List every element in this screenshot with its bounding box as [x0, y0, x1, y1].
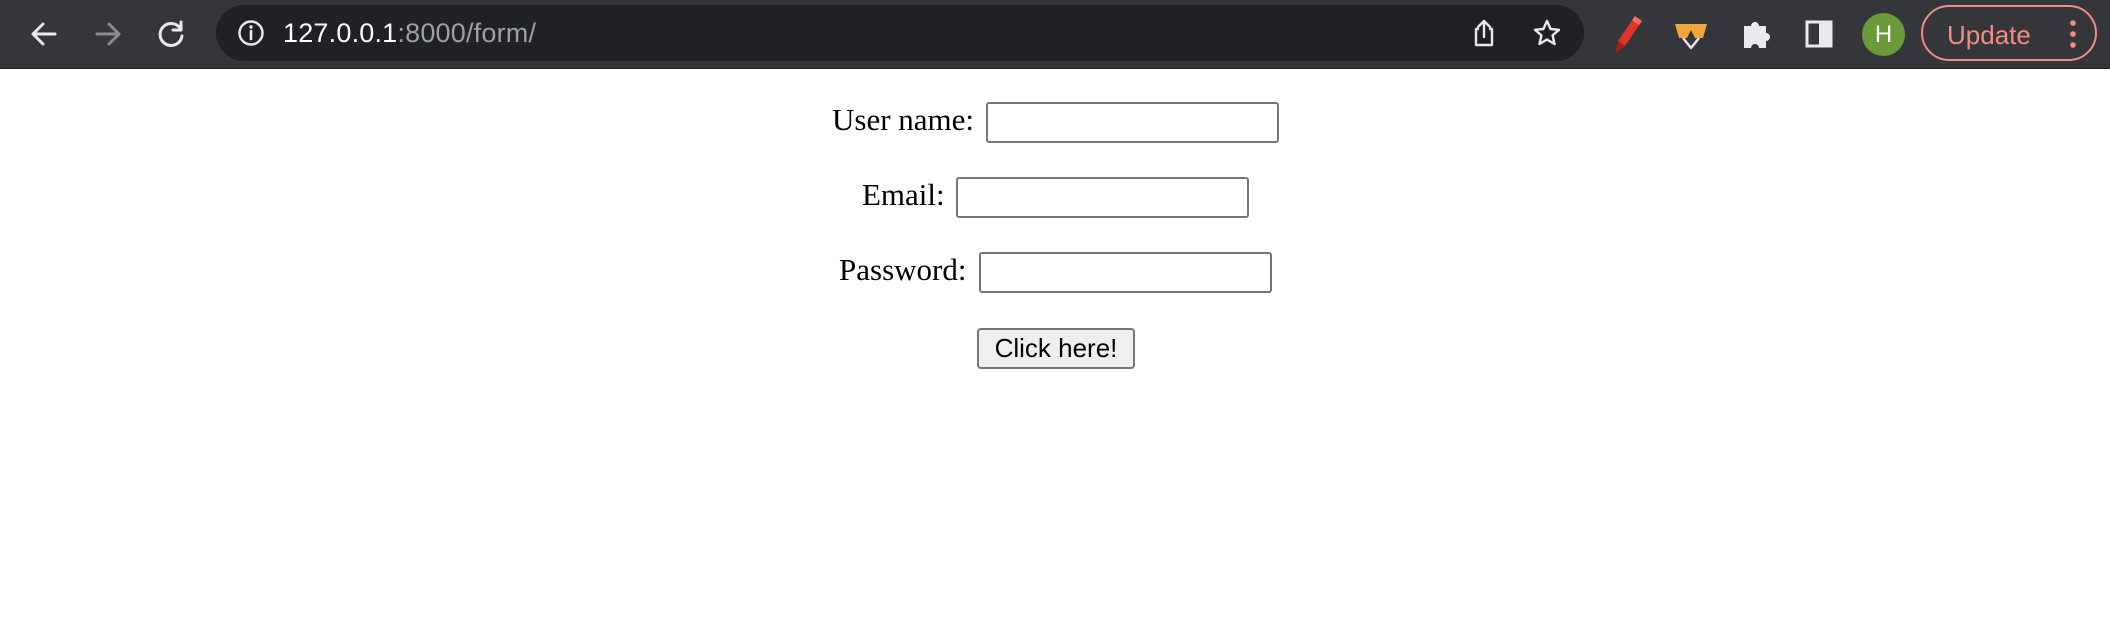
url-path: :8000/form/ — [397, 18, 537, 48]
submit-button[interactable]: Click here! — [977, 328, 1135, 369]
kebab-menu-icon[interactable] — [2065, 19, 2081, 49]
update-button[interactable]: Update — [1921, 5, 2097, 61]
update-label: Update — [1947, 20, 2031, 50]
profile-avatar[interactable]: H — [1862, 13, 1905, 56]
star-icon[interactable] — [1532, 18, 1562, 48]
browser-toolbar: 127.0.0.1:8000/form/ H Update — [0, 0, 2110, 69]
username-label: User name: — [832, 102, 975, 137]
forward-arrow-icon — [95, 22, 121, 46]
page-content: User name: Email: Password: Click here! — [0, 70, 2110, 620]
back-arrow-icon — [31, 22, 57, 46]
back-button[interactable] — [20, 10, 68, 58]
forward-button[interactable] — [84, 10, 132, 58]
password-input[interactable] — [979, 252, 1272, 293]
reload-button[interactable] — [147, 10, 195, 58]
email-input[interactable] — [956, 177, 1249, 218]
reload-icon — [158, 20, 184, 47]
marker-extension-icon[interactable] — [1611, 14, 1647, 54]
puzzle-icon[interactable] — [1740, 17, 1772, 51]
side-panel-icon[interactable] — [1804, 19, 1834, 49]
address-bar[interactable]: 127.0.0.1:8000/form/ — [216, 5, 1584, 61]
email-label: Email: — [862, 177, 945, 212]
url-text[interactable]: 127.0.0.1:8000/form/ — [283, 18, 536, 48]
share-icon[interactable] — [1470, 18, 1498, 48]
password-label: Password: — [839, 252, 967, 287]
url-host: 127.0.0.1 — [283, 18, 398, 48]
glasses-extension-icon[interactable] — [1673, 18, 1709, 50]
info-icon[interactable] — [237, 19, 265, 47]
username-input[interactable] — [986, 102, 1279, 143]
